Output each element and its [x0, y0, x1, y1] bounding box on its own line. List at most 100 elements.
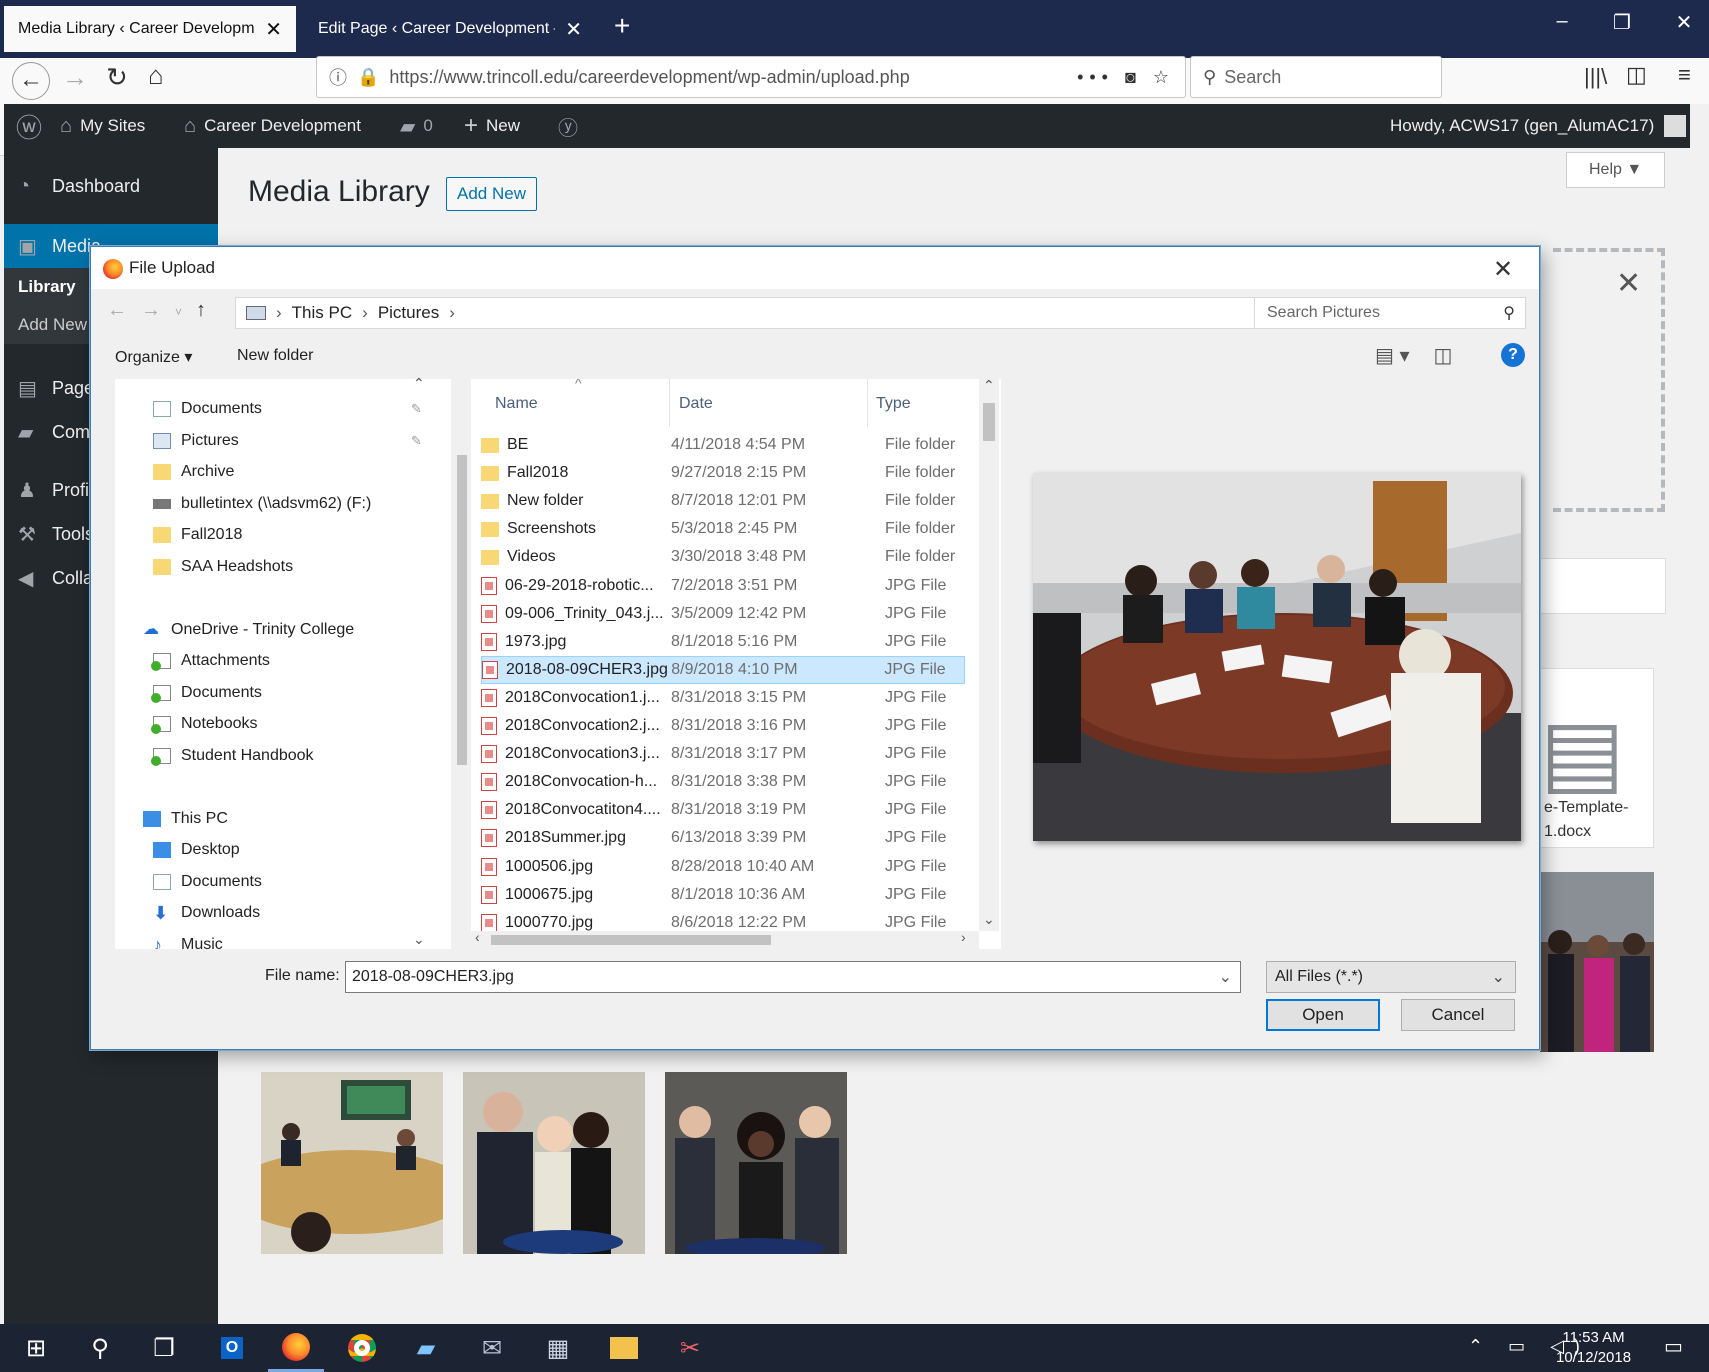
file-row[interactable]: 2018Convocatiton4.... 8/31/2018 3:19 PM JP… [481, 796, 965, 824]
sidebar-item-dashboard[interactable]: ◔ Dashboard [4, 164, 218, 208]
nav-pane-item[interactable]: Documents ✎ [115, 393, 422, 425]
file-name-input[interactable]: 2018-08-09CHER3.jpg ⌄ [345, 961, 1241, 993]
outlook-icon[interactable]: O [204, 1324, 260, 1372]
add-new-button[interactable]: Add New [446, 177, 537, 211]
file-row[interactable]: 2018Convocation3.j... 8/31/2018 3:17 PM JP… [481, 740, 965, 768]
file-row[interactable]: 06-29-2018-robotic... 7/2/2018 3:51 PM JPG… [481, 572, 965, 600]
nav-pane-item[interactable]: bulletintex (\\adsvm62) (F:) [115, 488, 371, 520]
my-sites-menu[interactable]: ⌂ My Sites [60, 104, 145, 148]
nav-pane-item[interactable]: Documents [115, 866, 262, 898]
file-explorer-icon[interactable] [596, 1324, 652, 1372]
task-view-icon[interactable]: ❐ [136, 1324, 192, 1372]
file-type-select[interactable]: All Files (*.*) ⌄ [1266, 961, 1516, 993]
nav-pane-item[interactable]: Archive [115, 456, 234, 488]
scroll-right-icon[interactable]: › [961, 929, 966, 945]
account-menu[interactable]: Howdy, ACWS17 (gen_AlumAC17) [1390, 104, 1687, 148]
forward-icon[interactable]: → [141, 299, 175, 321]
dialog-address-bar[interactable]: › This PC › Pictures › ⌄ ↻ [235, 297, 1325, 329]
taskbar-clock[interactable]: 11:53 AM 10/12/2018 [1556, 1328, 1631, 1368]
search-pictures-input[interactable]: Search Pictures ⚲ [1254, 297, 1526, 329]
column-divider[interactable] [867, 379, 868, 427]
nav-pane-item[interactable]: Notebooks [115, 708, 258, 740]
media-search-input[interactable] [1540, 558, 1666, 614]
forward-icon[interactable]: → [62, 62, 88, 93]
pin-icon[interactable]: ✎ [411, 401, 422, 417]
view-options[interactable]: ▤ ▾ ◫ [1375, 343, 1452, 368]
file-row[interactable]: Screenshots 5/3/2018 2:45 PM File folder [481, 515, 965, 543]
cancel-button[interactable]: Cancel [1401, 999, 1515, 1031]
file-row[interactable]: BE 4/11/2018 4:54 PM File folder [481, 431, 965, 459]
site-name-menu[interactable]: ⌂ Career Development [184, 104, 361, 148]
mail-app-icon[interactable]: ✉ [464, 1324, 520, 1372]
file-row[interactable]: New folder 8/7/2018 12:01 PM File folder [481, 487, 965, 515]
file-row[interactable]: 2018-08-09CHER3.jpg 8/9/2018 4:10 PM JPG F… [481, 655, 965, 684]
new-content-menu[interactable]: + New [464, 104, 520, 148]
close-uploader-icon[interactable]: ✕ [1616, 266, 1641, 301]
calculator-icon[interactable]: ▦ [530, 1324, 586, 1372]
back-icon[interactable]: ← [12, 62, 50, 100]
home-icon[interactable]: ⌂ [148, 60, 164, 91]
file-list-hscroll-thumb[interactable] [491, 935, 771, 945]
new-tab-button[interactable]: + [614, 10, 630, 42]
url-bar[interactable]: ⓘ 🔒 https://www.trincoll.edu/careerdevel… [316, 56, 1186, 98]
dialog-close-icon[interactable]: ✕ [1493, 255, 1513, 284]
minimize-icon[interactable]: – [1542, 10, 1582, 33]
info-icon[interactable]: ⓘ [329, 64, 347, 90]
nav-pane-item[interactable]: Documents [115, 677, 262, 709]
nav-pane-scroll-thumb[interactable] [457, 455, 467, 765]
breadcrumb-this-pc[interactable]: This PC [292, 303, 352, 323]
column-header-type[interactable]: Type [876, 395, 911, 413]
close-tab-icon[interactable]: ✕ [565, 17, 582, 42]
file-row[interactable]: 1000506.jpg 8/28/2018 10:40 AM JPG File [481, 853, 965, 881]
nav-pane-item[interactable]: Desktop [115, 834, 240, 866]
menu-icon[interactable]: ≡ [1678, 62, 1691, 88]
close-tab-icon[interactable]: ✕ [265, 17, 282, 42]
yoast-icon[interactable]: ⓨ [558, 104, 586, 148]
sidebar-toggle-icon[interactable]: ◫ [1626, 62, 1647, 88]
tab-edit-page[interactable]: Edit Page ‹ Career Development — ✕ [304, 6, 596, 52]
media-item-photo[interactable] [1540, 872, 1654, 1052]
start-windows-icon[interactable]: ⊞ [8, 1324, 64, 1372]
file-list-scroll-thumb[interactable] [983, 403, 995, 441]
help-icon[interactable]: ? [1501, 343, 1525, 367]
file-list-scrollbar[interactable] [979, 379, 999, 931]
file-row[interactable]: 1000675.jpg 8/1/2018 10:36 AM JPG File [481, 881, 965, 909]
media-item-photo[interactable] [665, 1072, 847, 1254]
nav-pane-item[interactable]: Fall2018 [115, 519, 242, 551]
nav-pane-item[interactable]: This PC [115, 803, 228, 835]
open-button[interactable]: Open [1266, 999, 1380, 1031]
chevron-down-icon[interactable]: ⌄ [1219, 967, 1232, 987]
page-actions-icon[interactable]: ••• ◙ ☆ [1077, 67, 1175, 88]
nav-pane-item[interactable]: SAA Headshots [115, 551, 293, 583]
window-close-icon[interactable]: ✕ [1664, 10, 1704, 35]
library-icon[interactable]: |||\ [1584, 64, 1607, 90]
nav-pane-item[interactable]: ☁ OneDrive - Trinity College [115, 614, 354, 646]
help-button[interactable]: Help ▼ [1566, 152, 1666, 188]
notepad-icon[interactable]: ▰ [398, 1324, 454, 1372]
organize-button[interactable]: Organize ▾ [115, 347, 192, 367]
wordpress-logo-icon[interactable]: ⓦ [16, 104, 50, 148]
snipping-tool-icon[interactable]: ✂ [662, 1324, 718, 1372]
back-icon[interactable]: ← [107, 299, 141, 321]
scroll-down-icon[interactable]: ⌄ [413, 931, 425, 948]
media-item-photo[interactable] [261, 1072, 443, 1254]
file-row[interactable]: Videos 3/30/2018 3:48 PM File folder [481, 543, 965, 571]
column-header-name[interactable]: Name [495, 395, 538, 413]
search-icon[interactable]: ⚲ [72, 1324, 128, 1372]
dialog-nav-arrows[interactable]: ←→˅↑ [107, 299, 220, 322]
pin-icon[interactable]: ✎ [411, 433, 422, 449]
restore-icon[interactable]: ❐ [1602, 10, 1642, 35]
breadcrumb-pictures[interactable]: Pictures [378, 303, 439, 323]
scroll-up-icon[interactable]: ⌃ [983, 377, 995, 394]
file-row[interactable]: 2018Summer.jpg 6/13/2018 3:39 PM JPG File [481, 824, 965, 852]
reload-icon[interactable]: ↻ [106, 62, 128, 93]
nav-pane-item[interactable]: Attachments [115, 645, 270, 677]
media-item-photo[interactable] [463, 1072, 645, 1254]
view-details-icon[interactable]: ▤ ▾ [1375, 345, 1410, 367]
file-row[interactable]: 1973.jpg 8/1/2018 5:16 PM JPG File [481, 628, 965, 656]
preview-pane-icon[interactable]: ◫ [1434, 345, 1453, 367]
firefox-taskbar-icon[interactable] [268, 1324, 324, 1372]
nav-pane-item[interactable]: Student Handbook [115, 740, 314, 772]
scroll-up-icon[interactable]: ⌃ [413, 375, 425, 392]
notifications-icon[interactable]: ▭ [1664, 1334, 1683, 1359]
